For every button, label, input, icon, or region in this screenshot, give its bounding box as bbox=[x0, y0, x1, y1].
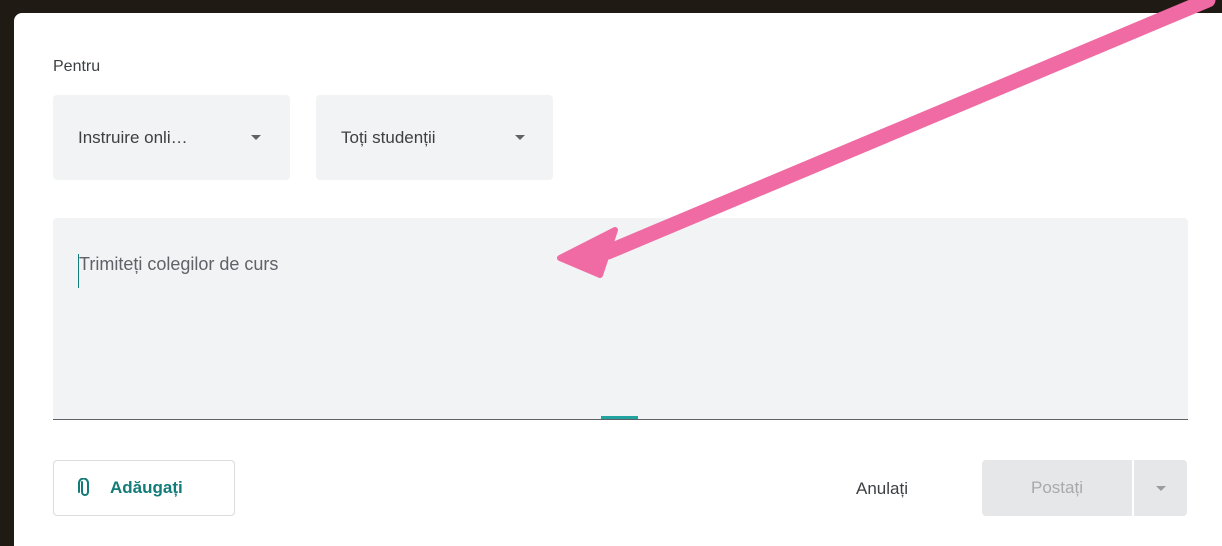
announcement-textarea[interactable]: Trimiteți colegilor de curs bbox=[53, 218, 1188, 420]
add-attachment-button[interactable]: Adăugați bbox=[53, 460, 235, 516]
for-label: Pentru bbox=[53, 58, 101, 75]
text-cursor bbox=[78, 254, 79, 288]
focus-underline bbox=[601, 416, 638, 419]
students-dropdown[interactable]: Toți studenții bbox=[316, 95, 553, 180]
post-button-group: Postați bbox=[982, 460, 1187, 516]
cancel-button[interactable]: Anulați bbox=[840, 464, 924, 514]
students-dropdown-value: Toți studenții bbox=[341, 127, 436, 147]
class-dropdown-value: Instruire onli… bbox=[78, 127, 188, 147]
announcement-placeholder: Trimiteți colegilor de curs bbox=[79, 254, 279, 274]
class-dropdown[interactable]: Instruire onli… bbox=[53, 95, 290, 180]
paperclip-icon bbox=[78, 478, 89, 496]
add-attachment-label: Adăugați bbox=[110, 478, 183, 497]
post-button[interactable]: Postați bbox=[982, 460, 1132, 516]
caret-down-icon bbox=[515, 135, 525, 140]
post-options-button[interactable] bbox=[1134, 460, 1187, 516]
caret-down-icon bbox=[251, 135, 261, 140]
caret-down-icon bbox=[1156, 486, 1166, 491]
